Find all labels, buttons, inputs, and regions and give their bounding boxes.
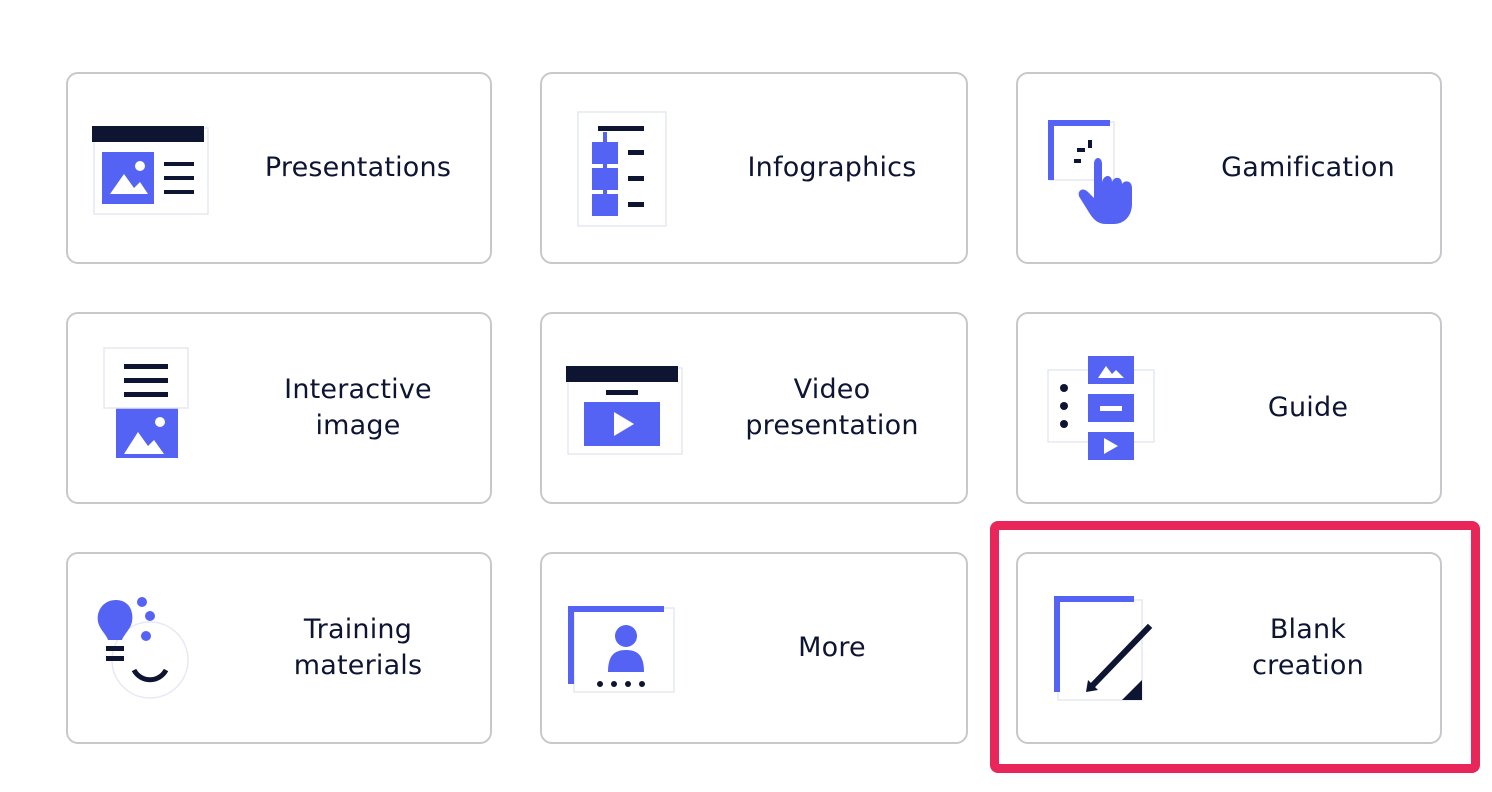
presentation-icon — [88, 104, 228, 234]
card-infographics[interactable]: Infographics — [540, 72, 968, 264]
tap-hand-icon — [1044, 104, 1184, 234]
card-guide[interactable]: Guide — [1016, 312, 1442, 504]
card-label: Blank creation — [1252, 614, 1364, 681]
video-presentation-icon — [562, 344, 702, 474]
lightbulb-icon — [92, 584, 232, 714]
card-label: Video presentation — [745, 374, 919, 441]
card-presentations[interactable]: Presentations — [66, 72, 492, 264]
pen-page-icon — [1048, 584, 1188, 714]
card-more[interactable]: More — [540, 552, 968, 744]
card-label: Training materials — [293, 614, 423, 681]
card-label: Infographics — [747, 152, 917, 183]
card-label: More — [798, 632, 866, 663]
card-video-presentation[interactable]: Video presentation — [540, 312, 968, 504]
card-label: Gamification — [1221, 152, 1395, 183]
card-label: Interactive image — [284, 374, 432, 441]
card-blank-creation[interactable]: Blank creation — [1016, 552, 1442, 744]
card-training-materials[interactable]: Training materials — [66, 552, 492, 744]
card-interactive-image[interactable]: Interactive image — [66, 312, 492, 504]
card-label: Guide — [1267, 392, 1349, 423]
card-label: Presentations — [264, 152, 452, 183]
more-icon — [566, 584, 706, 714]
interactive-image-icon — [96, 344, 236, 474]
card-gamification[interactable]: Gamification — [1016, 72, 1442, 264]
infographic-icon — [572, 104, 712, 234]
guide-icon — [1042, 344, 1182, 474]
